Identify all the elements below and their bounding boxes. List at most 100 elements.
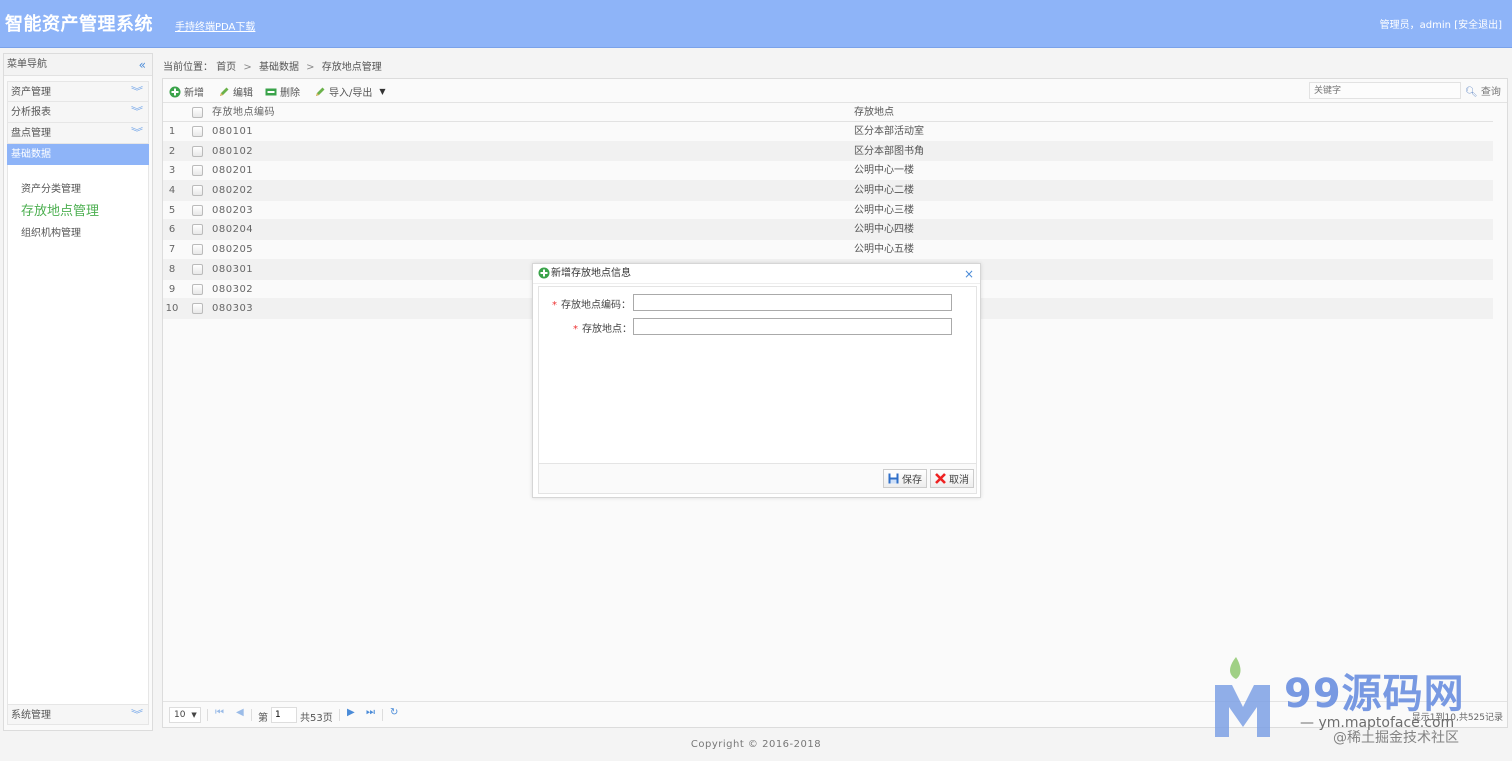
code-field-label: * 存放地点编码：: [552, 300, 631, 311]
sidebar-item-system[interactable]: 系统管理 ︾: [7, 704, 149, 725]
cell-code: 080201: [212, 165, 254, 177]
row-checkbox[interactable]: [192, 165, 203, 177]
save-button[interactable]: 保存: [883, 469, 927, 488]
delete-button[interactable]: 删除: [265, 84, 300, 99]
chevron-down-icon: ︾: [131, 128, 143, 139]
refresh-icon[interactable]: ↻: [390, 707, 398, 718]
table-row[interactable]: 2 080102 区分本部图书角: [163, 141, 1493, 162]
location-name-input[interactable]: [633, 318, 952, 335]
row-checkbox[interactable]: [192, 303, 203, 315]
sidebar-header: 菜单导航 «: [4, 54, 152, 76]
page-number-input[interactable]: [271, 707, 297, 723]
user-name: 管理员，admin: [1379, 20, 1451, 31]
grid-header: 存放地点编码 存放地点: [163, 103, 1493, 122]
row-checkbox[interactable]: [192, 126, 203, 137]
row-number: 9: [168, 283, 176, 295]
sidebar-item-basic-data[interactable]: 基础数据: [7, 144, 149, 165]
collapse-left-icon[interactable]: «: [139, 54, 146, 76]
watermark: 99源码网 — ym.maptoface.com @稀土掘金技术社区: [1210, 655, 1510, 755]
minus-box-icon: [265, 88, 277, 95]
row-checkbox[interactable]: [192, 224, 203, 236]
cell-code: 080204: [212, 224, 254, 236]
cell-location: 公明中心四楼: [854, 224, 914, 236]
watermark-note: @稀土掘金技术社区: [1333, 730, 1459, 746]
close-icon[interactable]: ×: [964, 264, 974, 284]
cancel-x-icon: [935, 473, 946, 484]
row-checkbox[interactable]: [192, 185, 203, 197]
cell-code: 080101: [212, 126, 254, 137]
next-page-icon[interactable]: ▶: [347, 707, 355, 718]
sidebar-item-asset[interactable]: 资产管理 ︾: [7, 81, 149, 102]
page-size-select[interactable]: 10 ▼: [169, 707, 201, 723]
floppy-disk-icon: [888, 473, 899, 484]
submenu-panel: 资产分类管理 存放地点管理 组织机构管理: [7, 165, 149, 709]
add-button[interactable]: 新增: [169, 84, 204, 99]
row-checkbox[interactable]: [192, 145, 203, 157]
table-row[interactable]: 7 080205 公明中心五楼: [163, 240, 1493, 260]
page-prefix: 第: [258, 713, 268, 724]
sidebar-item-inventory[interactable]: 盘点管理 ︾: [7, 123, 149, 144]
sidebar-item-label: 资产管理: [11, 87, 51, 98]
user-info: 管理员，admin [安全退出]: [1380, 16, 1502, 31]
cell-code: 080205: [212, 244, 254, 256]
search-icon: 🔍︎: [1465, 87, 1478, 98]
submenu-asset-category[interactable]: 资产分类管理: [8, 179, 148, 201]
cell-location: 公明中心二楼: [854, 185, 914, 197]
table-row[interactable]: 6 080204 公明中心四楼: [163, 220, 1493, 241]
page-size-value: 10: [174, 710, 186, 720]
first-page-icon[interactable]: ⏮: [215, 707, 224, 718]
sidebar-title: 菜单导航: [7, 59, 47, 70]
breadcrumb-prefix: 当前位置：: [163, 62, 213, 73]
dialog-form: * 存放地点编码： * 存放地点：: [538, 286, 977, 464]
chevron-down-icon: ︾: [131, 87, 143, 98]
logout-link[interactable]: [安全退出]: [1454, 20, 1502, 31]
table-row[interactable]: 3 080201 公明中心一楼: [163, 161, 1493, 182]
prev-page-icon[interactable]: ◀: [236, 707, 244, 718]
submenu-organization[interactable]: 组织机构管理: [8, 223, 148, 245]
pencil-icon: [316, 87, 325, 96]
pda-download-link[interactable]: 手持终端PDA下载: [175, 18, 255, 33]
cancel-button[interactable]: 取消: [930, 469, 974, 488]
required-mark: *: [552, 300, 557, 311]
breadcrumb-separator: >: [306, 62, 315, 73]
search-input[interactable]: [1309, 82, 1461, 99]
submenu-storage-location[interactable]: 存放地点管理: [8, 201, 148, 223]
import-export-button[interactable]: 导入/导出 ▼: [314, 84, 386, 99]
row-checkbox[interactable]: [192, 263, 203, 275]
cell-code: 080203: [212, 204, 254, 216]
cell-code: 080202: [212, 185, 254, 197]
table-row[interactable]: 1 080101 区分本部活动室: [163, 122, 1493, 142]
table-row[interactable]: 5 080203 公明中心三楼: [163, 201, 1493, 221]
toolbar: 新增 编辑 删除 导入/导出 ▼ 🔍︎ 查询: [163, 79, 1507, 103]
column-header-location[interactable]: 存放地点: [854, 103, 894, 122]
caret-down-icon: ▼: [191, 711, 197, 719]
row-checkbox[interactable]: [192, 244, 203, 256]
row-number: 4: [168, 185, 176, 197]
sidebar-item-label: 分析报表: [11, 107, 51, 118]
required-mark: *: [573, 324, 578, 335]
add-icon: [538, 267, 550, 279]
app-title: 智能资产管理系统: [5, 14, 153, 35]
edit-button[interactable]: 编辑: [218, 84, 253, 99]
cell-code: 080301: [212, 263, 254, 275]
breadcrumb-basic-data[interactable]: 基础数据: [259, 62, 299, 73]
cell-location: 区分本部活动室: [854, 126, 924, 137]
row-checkbox[interactable]: [192, 204, 203, 216]
save-label: 保存: [902, 475, 922, 486]
row-number: 1: [168, 126, 176, 137]
sidebar-item-reports[interactable]: 分析报表 ︾: [7, 102, 149, 123]
table-row[interactable]: 4 080202 公明中心二楼: [163, 181, 1493, 201]
pager-divider: [251, 709, 252, 721]
column-header-code[interactable]: 存放地点编码: [212, 103, 275, 122]
dialog-title: 新增存放地点信息: [551, 268, 631, 279]
caret-down-icon: ▼: [379, 87, 386, 96]
location-field-label: * 存放地点：: [573, 324, 632, 335]
row-number: 8: [168, 263, 176, 275]
last-page-icon[interactable]: ⏭: [366, 707, 375, 718]
select-all-checkbox[interactable]: [192, 107, 203, 118]
breadcrumb-home[interactable]: 首页: [216, 62, 236, 73]
search-button[interactable]: 🔍︎ 查询: [1465, 83, 1501, 98]
cell-location: 区分本部图书角: [854, 145, 924, 157]
location-code-input[interactable]: [633, 294, 952, 311]
row-checkbox[interactable]: [192, 283, 203, 295]
